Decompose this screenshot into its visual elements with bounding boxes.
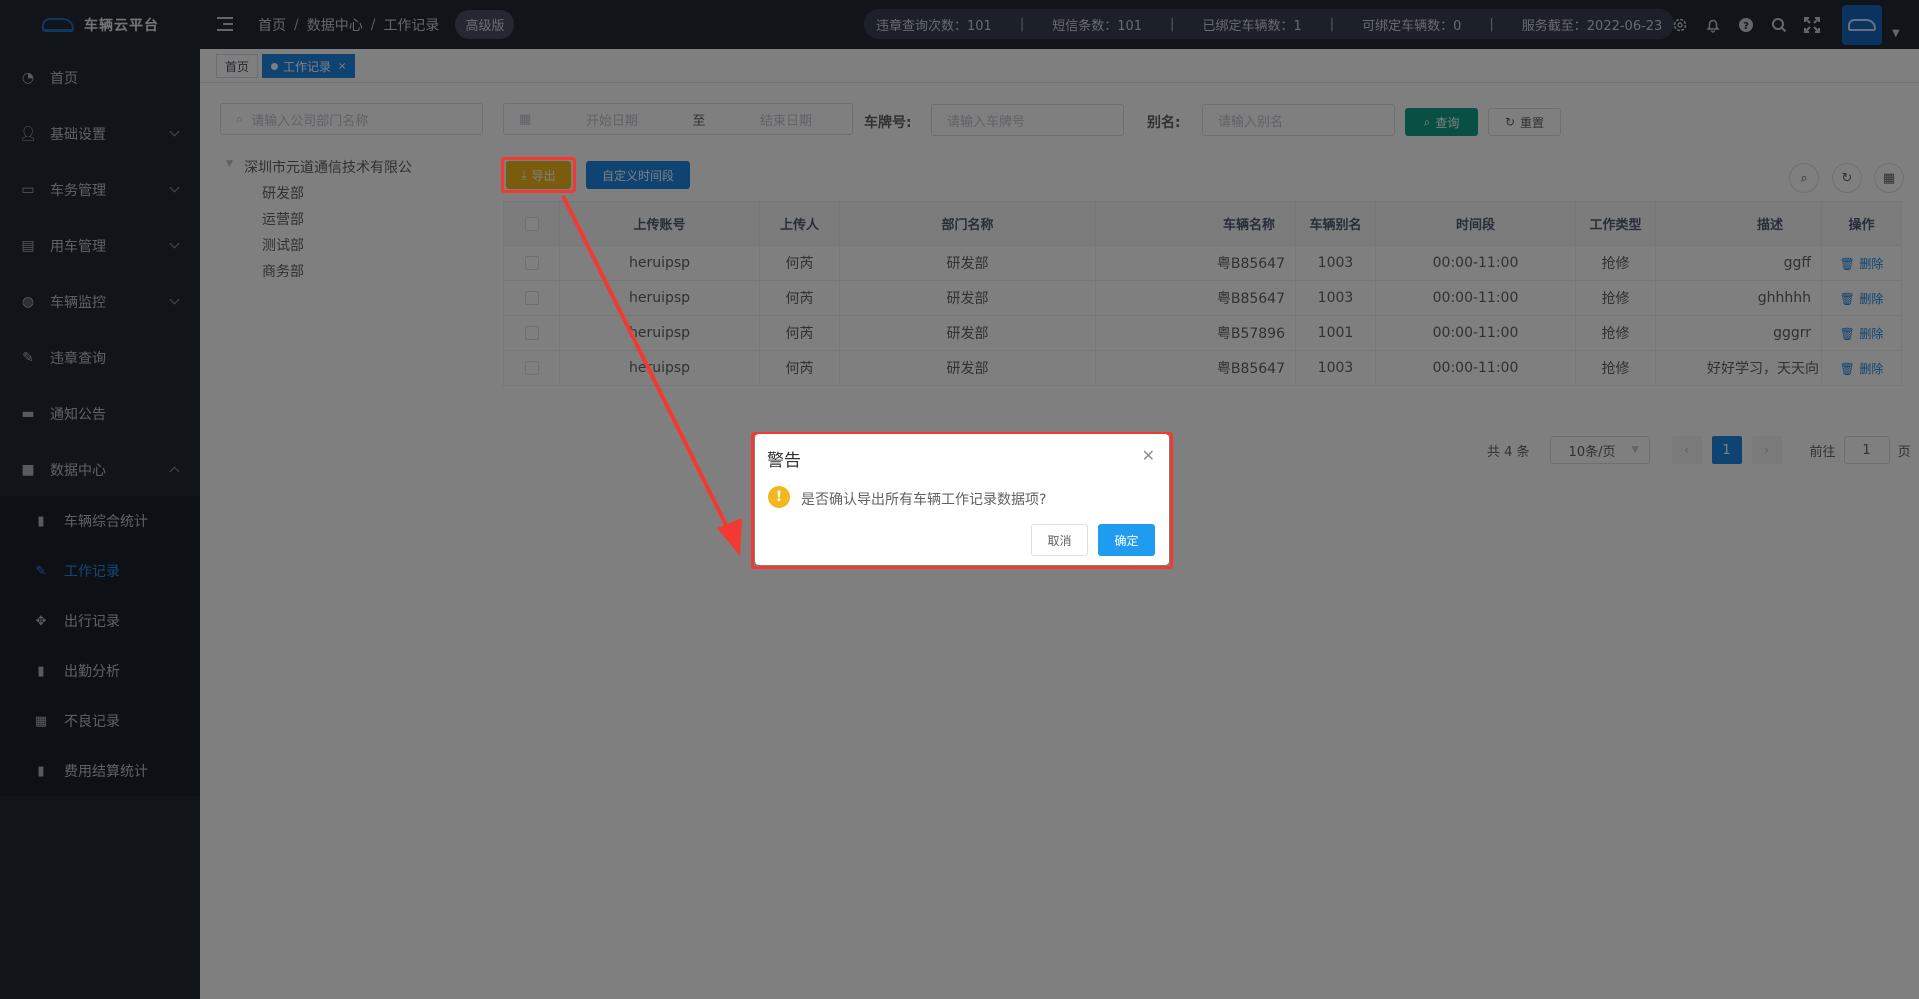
confirm-button[interactable]: 确定 [1098,524,1155,556]
export-annotation-box [501,157,576,193]
dialog-title: 警告 [767,451,801,471]
confirm-dialog: 警告 ✕ ! 是否确认导出所有车辆工作记录数据项? 取消 确定 [755,434,1169,565]
cancel-button[interactable]: 取消 [1031,524,1088,556]
dialog-message: 是否确认导出所有车辆工作记录数据项? [801,492,1047,508]
warning-icon: ! [768,486,790,508]
close-icon[interactable]: ✕ [1142,446,1155,465]
